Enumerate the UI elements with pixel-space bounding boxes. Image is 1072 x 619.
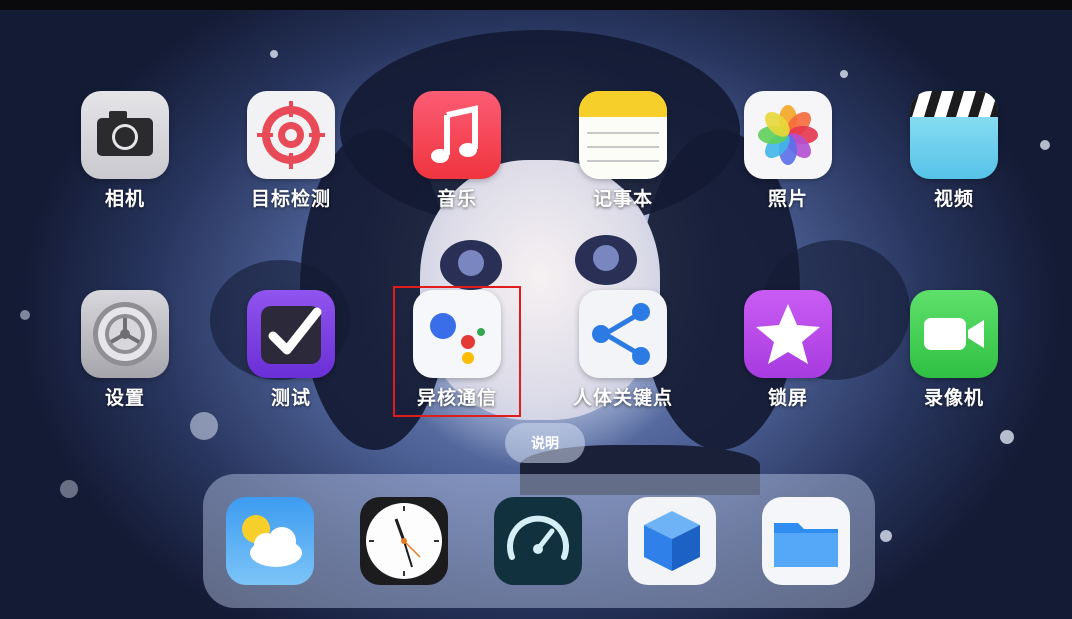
speedometer-icon <box>494 497 582 585</box>
app-lockscreen[interactable]: 锁屏 <box>733 290 843 410</box>
app-label: 录像机 <box>923 387 984 409</box>
dock-app-weather[interactable] <box>226 497 314 585</box>
page-hint-pill[interactable]: 说明 <box>505 423 585 463</box>
app-label: 相机 <box>104 188 145 210</box>
app-label: 测试 <box>270 387 311 409</box>
app-label: 设置 <box>104 387 145 409</box>
photos-icon <box>744 91 832 179</box>
notes-icon <box>579 91 667 179</box>
share-nodes-icon <box>579 290 667 378</box>
app-label: 人体关键点 <box>572 387 673 409</box>
folder-icon <box>762 497 850 585</box>
app-label: 锁屏 <box>767 387 808 409</box>
app-target-detection[interactable]: 目标检测 <box>236 91 346 211</box>
app-recorder[interactable]: 录像机 <box>899 290 1009 410</box>
app-label: 视频 <box>933 188 974 210</box>
app-photos[interactable]: 照片 <box>733 91 843 211</box>
dock-app-cube[interactable] <box>628 497 716 585</box>
app-label: 照片 <box>767 188 808 210</box>
dock-app-speedometer[interactable] <box>494 497 582 585</box>
app-label: 记事本 <box>592 188 653 210</box>
app-music[interactable]: 音乐 <box>402 91 512 211</box>
dock-app-files[interactable] <box>762 497 850 585</box>
app-camera[interactable]: 相机 <box>70 91 180 211</box>
app-settings[interactable]: 设置 <box>70 290 180 410</box>
checkmark-icon <box>247 290 335 378</box>
weather-icon <box>226 497 314 585</box>
app-video[interactable]: 视频 <box>899 91 1009 211</box>
app-label: 目标检测 <box>250 188 331 210</box>
target-icon <box>247 91 335 179</box>
dock-app-clock[interactable] <box>360 497 448 585</box>
cube-icon <box>628 497 716 585</box>
camera-icon <box>81 91 169 179</box>
app-notes[interactable]: 记事本 <box>568 91 678 211</box>
clock-icon <box>360 497 448 585</box>
app-test[interactable]: 测试 <box>236 290 346 410</box>
settings-gear-icon <box>81 290 169 378</box>
selection-highlight <box>393 286 521 417</box>
app-label: 音乐 <box>436 188 477 210</box>
video-clapper-icon <box>910 91 998 179</box>
top-bezel <box>0 0 1072 10</box>
music-icon <box>413 91 501 179</box>
star-icon <box>744 290 832 378</box>
video-camera-icon <box>910 290 998 378</box>
app-human-keypoints[interactable]: 人体关键点 <box>568 290 678 410</box>
